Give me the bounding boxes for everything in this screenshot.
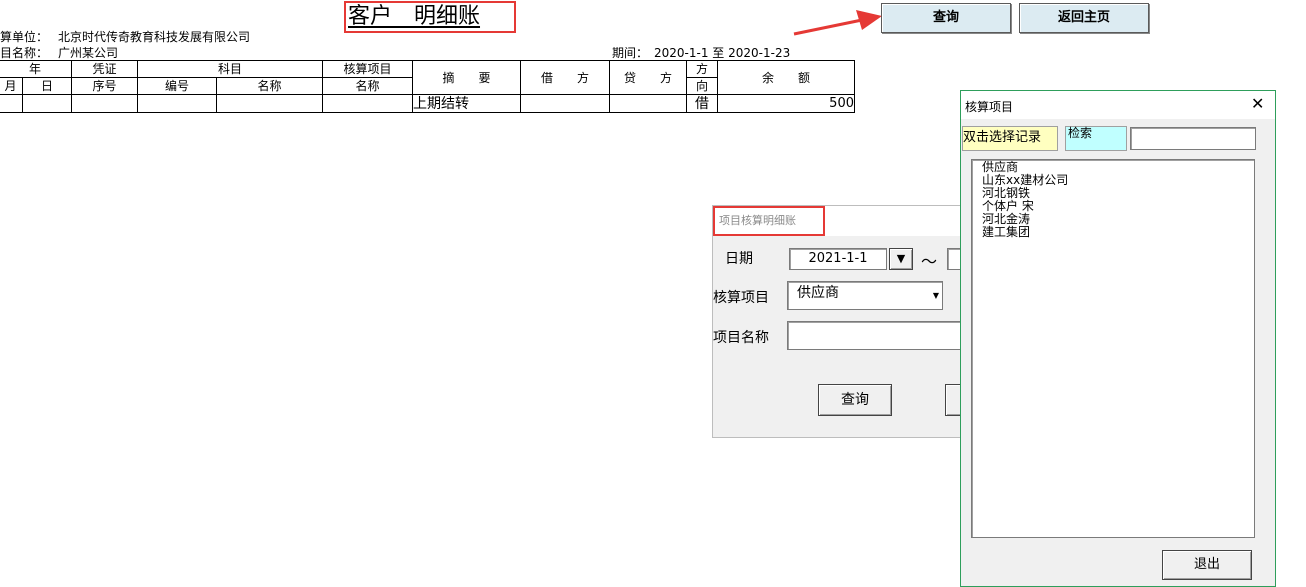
header-direction-2: 向 [686, 77, 718, 95]
exit-button[interactable]: 退出 [1162, 550, 1252, 580]
header-code: 编号 [137, 77, 217, 95]
header-calc-name: 名称 [322, 77, 413, 95]
item-name-field-label: 项目名称 [713, 330, 769, 346]
dropdown-arrow-icon: ▼ [932, 291, 939, 300]
row-direction: 借 [686, 94, 718, 113]
ledger-table: 年 凭证 科目 核算项目 摘 要 借 方 贷 方 方 余 额 月 日 序号 编号… [0, 60, 855, 113]
calc-item-label: 核算项目 [713, 290, 769, 306]
search-input[interactable] [1130, 127, 1256, 150]
header-voucher: 凭证 [71, 60, 138, 78]
row-balance: 500 [717, 94, 855, 113]
header-voucher-seq: 序号 [71, 77, 138, 95]
accounting-unit-value: 北京时代传奇教育科技发展有限公司 [58, 30, 251, 44]
header-year: 年 [0, 60, 72, 78]
accounting-unit-label: 算单位： [0, 30, 49, 44]
item-name-label: 目名称： [0, 46, 49, 60]
close-icon[interactable]: ✕ [1251, 94, 1264, 114]
header-debit: 借 方 [520, 60, 610, 95]
detail-dialog-title: 项目核算明细账 [713, 206, 825, 236]
calc-item-value: 供应商 [797, 285, 839, 301]
date-from-field[interactable]: 2021-1-1 [789, 248, 887, 270]
date-dropdown-button[interactable]: ▼ [889, 248, 913, 270]
header-name: 名称 [216, 77, 323, 95]
query-button[interactable]: 查询 [881, 3, 1011, 33]
header-day: 日 [22, 77, 72, 95]
header-summary: 摘 要 [412, 60, 521, 95]
header-balance: 余 额 [717, 60, 855, 95]
date-range-tilde: ～ [921, 252, 938, 271]
header-subject: 科目 [137, 60, 323, 78]
accounting-unit-row: 算单位： 北京时代传奇教育科技发展有限公司 [0, 30, 250, 44]
item-name-value: 广州某公司 [58, 46, 119, 60]
period-label: 期间： [612, 46, 649, 60]
row-summary: 上期结转 [412, 94, 521, 113]
list-item[interactable]: 建工集团 [982, 226, 1254, 239]
detail-dialog: 项目核算明细账 日期 2021-1-1 ▼ ～ 核算项目 供应商 ▼ 项目名称 … [712, 205, 975, 438]
calc-item-list[interactable]: 供应商 山东xx建材公司 河北钢铁 个体户 宋 河北金涛 建工集团 [971, 159, 1255, 538]
header-credit: 贷 方 [609, 60, 687, 95]
triangle-down-icon: ▼ [896, 252, 906, 265]
header-month: 月 [0, 77, 23, 95]
home-button[interactable]: 返回主页 [1019, 3, 1149, 33]
item-name-input[interactable] [787, 321, 963, 350]
period-value: 2020-1-1 至 2020-1-23 [654, 46, 791, 60]
header-direction-1: 方 [686, 60, 718, 78]
calc-item-picker-dialog: 核算项目 ✕ 双击选择记录 检索 供应商 山东xx建材公司 河北钢铁 个体户 宋… [960, 90, 1276, 587]
header-calc-item: 核算项目 [322, 60, 413, 78]
picker-title: 核算项目 [965, 100, 1014, 114]
item-name-row: 目名称： 广州某公司 [0, 46, 118, 60]
dialog-query-button[interactable]: 查询 [818, 384, 892, 416]
date-label: 日期 [725, 251, 753, 267]
period-row: 期间： 2020-1-1 至 2020-1-23 [612, 46, 790, 60]
double-click-hint: 双击选择记录 [962, 126, 1058, 151]
search-label: 检索 [1065, 126, 1127, 151]
arrow-annotation-icon [793, 10, 882, 36]
page-title: 客户 明细账 [344, 1, 516, 33]
ledger-header-row-1: 年 凭证 科目 核算项目 摘 要 借 方 贷 方 方 余 额 [0, 60, 855, 95]
table-row: 上期结转 借 500 [0, 94, 855, 113]
calc-item-select[interactable]: 供应商 ▼ [787, 281, 943, 310]
